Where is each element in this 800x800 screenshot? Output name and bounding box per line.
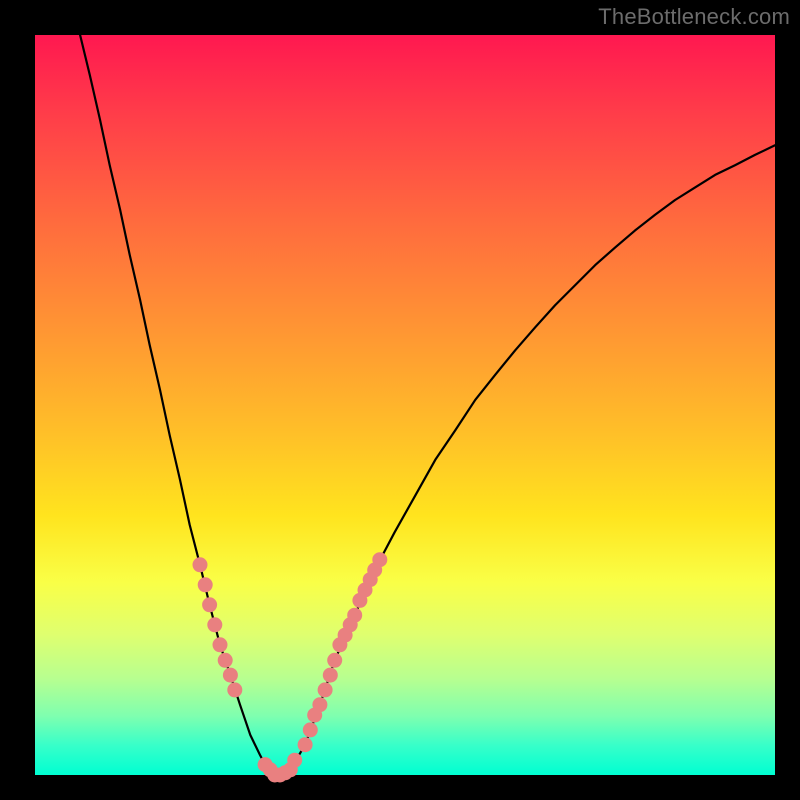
- data-dot: [327, 653, 342, 668]
- data-dot: [198, 577, 213, 592]
- data-dot: [318, 682, 333, 697]
- data-dot: [202, 597, 217, 612]
- data-dot: [298, 737, 313, 752]
- data-dot: [372, 552, 387, 567]
- data-dot: [227, 682, 242, 697]
- watermark-text: TheBottleneck.com: [598, 4, 790, 30]
- outer-frame: TheBottleneck.com: [0, 0, 800, 800]
- data-dot: [287, 753, 302, 768]
- dots-layer: [193, 552, 388, 782]
- data-dot: [312, 697, 327, 712]
- curve-layer: [80, 35, 775, 775]
- chart-svg: [35, 35, 775, 775]
- data-dot: [213, 637, 228, 652]
- data-dot: [193, 557, 208, 572]
- data-dot: [303, 722, 318, 737]
- data-dot: [323, 668, 338, 683]
- data-dot: [223, 668, 238, 683]
- data-dot: [347, 608, 362, 623]
- data-dot: [207, 617, 222, 632]
- data-dot: [218, 653, 233, 668]
- bottleneck-curve: [80, 35, 775, 775]
